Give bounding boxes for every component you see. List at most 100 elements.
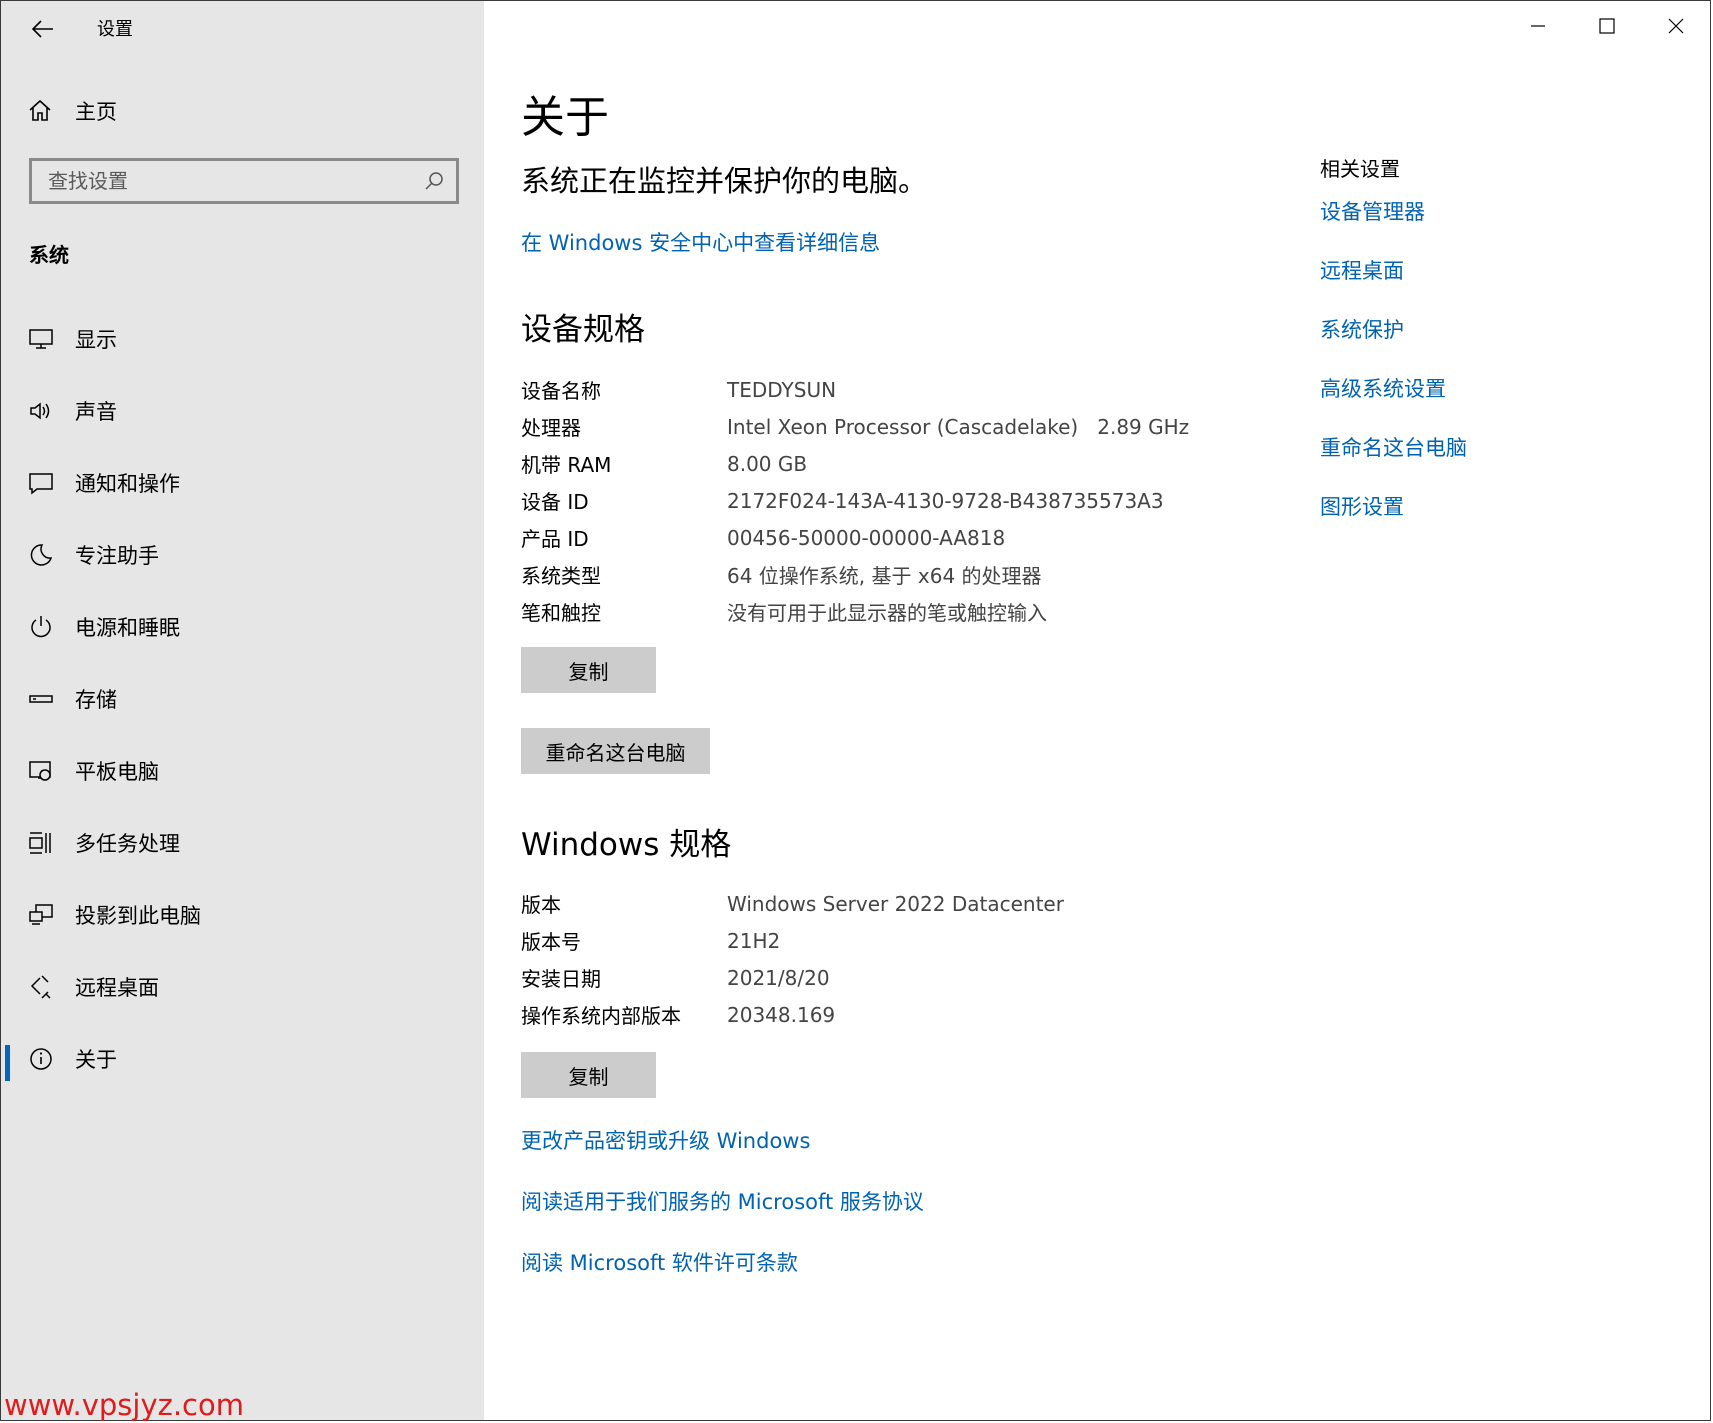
spec-value: 2172F024-143A-4130-9728-B438735573A3 [727, 488, 1164, 513]
change-product-key-link[interactable]: 更改产品密钥或升级 Windows [521, 1125, 924, 1155]
sidebar-item-label: 多任务处理 [75, 832, 180, 856]
sidebar-item-projection[interactable]: 投影到此电脑 [1, 879, 484, 951]
rename-pc-button[interactable]: 重命名这台电脑 [521, 728, 710, 774]
speaker-icon [27, 397, 55, 425]
maximize-button[interactable] [1572, 1, 1641, 51]
tablet-icon [27, 757, 55, 785]
monitor-icon [27, 325, 55, 353]
device-specs-table: 设备名称 TEDDYSUN 处理器 Intel Xeon Processor (Ca… [521, 371, 1189, 630]
spec-key: 产品 ID [521, 527, 589, 551]
close-icon [1668, 18, 1683, 34]
spec-key: 版本 [521, 893, 561, 917]
home-icon [29, 99, 51, 121]
projection-icon [27, 901, 55, 929]
device-manager-link[interactable]: 设备管理器 [1320, 196, 1467, 226]
windows-specs-table: 版本 Windows Server 2022 Datacenter 版本号 21H2… [521, 885, 1064, 1033]
sidebar-item-notifications[interactable]: 通知和操作 [1, 447, 484, 519]
maximize-icon [1598, 18, 1615, 34]
sidebar-item-about[interactable]: 关于 [1, 1023, 484, 1095]
related-settings-heading: 相关设置 [1320, 157, 1400, 181]
protection-status: 系统正在监控并保护你的电脑。 [521, 164, 928, 198]
close-button[interactable] [1641, 1, 1710, 51]
page-title: 关于 [521, 92, 609, 143]
sidebar-item-focus-assist[interactable]: 专注助手 [1, 519, 484, 591]
spec-key: 处理器 [521, 416, 581, 440]
main-content: 关于 系统正在监控并保护你的电脑。 在 Windows 安全中心中查看详细信息 … [484, 1, 1710, 1420]
remote-desktop-link[interactable]: 远程桌面 [1320, 255, 1467, 285]
notification-icon [27, 469, 55, 497]
sidebar-item-label: 声音 [75, 400, 117, 424]
info-icon [27, 1045, 55, 1073]
spec-value: TEDDYSUN [727, 377, 837, 402]
sidebar-item-label: 显示 [75, 328, 117, 352]
spec-value: 没有可用于此显示器的笔或触控输入 [727, 601, 1047, 625]
sidebar-item-label: 远程桌面 [75, 976, 159, 1000]
spec-value: Windows Server 2022 Datacenter [727, 891, 1064, 916]
spec-key: 设备 ID [521, 490, 589, 514]
spec-row: 安装日期 2021/8/20 [521, 959, 1064, 996]
security-center-link[interactable]: 在 Windows 安全中心中查看详细信息 [521, 227, 880, 257]
related-settings: 相关设置 设备管理器 远程桌面 系统保护 高级系统设置 重命名这台电脑 图形设置 [1320, 153, 1467, 550]
sidebar-item-label: 关于 [75, 1048, 117, 1072]
spec-row: 机带 RAM 8.00 GB [521, 445, 1189, 482]
spec-key: 系统类型 [521, 564, 601, 588]
spec-key: 笔和触控 [521, 601, 601, 625]
sidebar-item-label: 主页 [75, 100, 117, 124]
window-controls [1503, 1, 1710, 51]
spec-row: 产品 ID 00456-50000-00000-AA818 [521, 519, 1189, 556]
sidebar-item-label: 存储 [75, 688, 117, 712]
graphics-settings-link[interactable]: 图形设置 [1320, 491, 1467, 521]
sidebar-item-label: 电源和睡眠 [75, 616, 180, 640]
spec-key: 设备名称 [521, 379, 601, 403]
windows-specs-heading: Windows 规格 [521, 827, 732, 863]
sidebar-nav: 显示 声音 通知和操作 专注助手 电源和睡眠 存储 平板电脑 多任务处理 投影到… [1, 303, 484, 1095]
storage-icon [27, 685, 55, 713]
software-license-terms-link[interactable]: 阅读 Microsoft 软件许可条款 [521, 1247, 924, 1277]
sidebar-item-tablet[interactable]: 平板电脑 [1, 735, 484, 807]
spec-row: 设备 ID 2172F024-143A-4130-9728-B438735573A… [521, 482, 1189, 519]
copy-device-specs-button[interactable]: 复制 [521, 647, 656, 693]
sidebar-item-label: 通知和操作 [75, 472, 180, 496]
copy-windows-specs-button[interactable]: 复制 [521, 1052, 656, 1098]
spec-row: 系统类型 64 位操作系统, 基于 x64 的处理器 [521, 556, 1189, 593]
spec-key: 操作系统内部版本 [521, 1004, 681, 1028]
power-icon [27, 613, 55, 641]
spec-row: 处理器 Intel Xeon Processor (Cascadelake) 2.… [521, 408, 1189, 445]
moon-icon [27, 541, 55, 569]
sidebar-item-label: 平板电脑 [75, 760, 159, 784]
spec-row: 操作系统内部版本 20348.169 [521, 996, 1064, 1033]
back-arrow-icon [32, 20, 53, 38]
sidebar-item-display[interactable]: 显示 [1, 303, 484, 375]
spec-row: 设备名称 TEDDYSUN [521, 371, 1189, 408]
search-box[interactable] [29, 158, 459, 204]
multitask-icon [27, 829, 55, 857]
sidebar-item-sound[interactable]: 声音 [1, 375, 484, 447]
sidebar-item-home[interactable]: 主页 [27, 91, 117, 131]
search-icon[interactable] [424, 171, 444, 191]
advanced-system-settings-link[interactable]: 高级系统设置 [1320, 373, 1467, 403]
remote-icon [27, 973, 55, 1001]
spec-row: 笔和触控 没有可用于此显示器的笔或触控输入 [521, 593, 1189, 630]
settings-window: 设置 主页 系统 显示 [0, 0, 1711, 1421]
microsoft-services-agreement-link[interactable]: 阅读适用于我们服务的 Microsoft 服务协议 [521, 1186, 924, 1216]
sidebar-item-label: 投影到此电脑 [75, 904, 201, 928]
spec-value: Intel Xeon Processor (Cascadelake) 2.89 … [727, 414, 1190, 439]
spec-value: 20348.169 [727, 1002, 836, 1027]
sidebar-item-power[interactable]: 电源和睡眠 [1, 591, 484, 663]
spec-value: 21H2 [727, 928, 781, 953]
spec-key: 安装日期 [521, 967, 601, 991]
sidebar-item-remote-desktop[interactable]: 远程桌面 [1, 951, 484, 1023]
search-input[interactable] [46, 168, 410, 194]
sidebar-item-multitasking[interactable]: 多任务处理 [1, 807, 484, 879]
sidebar-item-label: 专注助手 [75, 544, 159, 568]
back-button[interactable] [23, 9, 63, 49]
sidebar: 设置 主页 系统 显示 [1, 1, 484, 1420]
sidebar-item-storage[interactable]: 存储 [1, 663, 484, 735]
system-protection-link[interactable]: 系统保护 [1320, 314, 1467, 344]
section-label: 系统 [29, 243, 69, 267]
spec-value: 00456-50000-00000-AA818 [727, 525, 1006, 550]
minimize-button[interactable] [1503, 1, 1572, 51]
rename-pc-link[interactable]: 重命名这台电脑 [1320, 432, 1467, 462]
spec-row: 版本 Windows Server 2022 Datacenter [521, 885, 1064, 922]
device-specs-heading: 设备规格 [521, 312, 645, 348]
